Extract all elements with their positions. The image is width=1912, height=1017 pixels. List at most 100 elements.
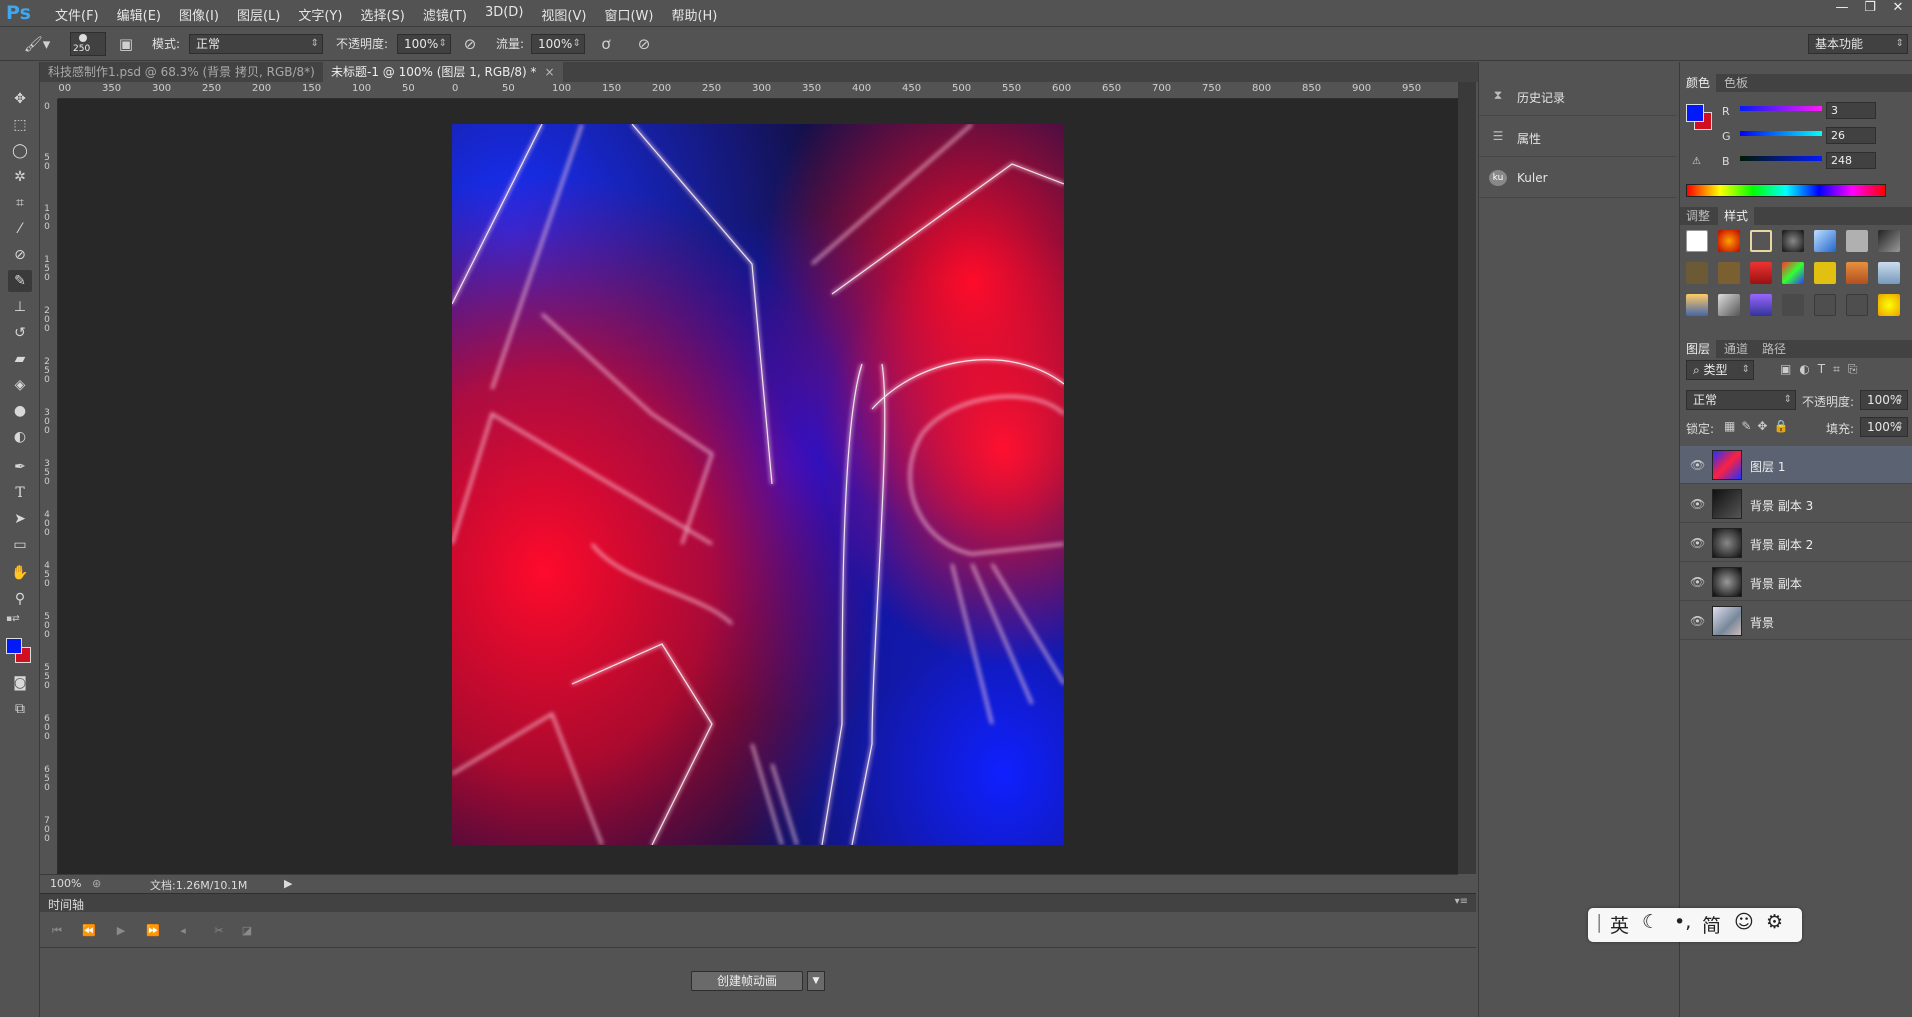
gamut-warning-icon[interactable]: ⚠ — [1692, 156, 1701, 167]
style-swatch[interactable] — [1718, 294, 1740, 316]
rectangle-tool-icon[interactable]: ▭ — [8, 534, 32, 556]
create-dropdown-arrow-icon[interactable]: ▼ — [807, 971, 825, 991]
style-swatch[interactable] — [1782, 230, 1804, 252]
menu-window[interactable]: 窗口(W) — [595, 5, 662, 24]
ime-language[interactable]: 英 — [1610, 911, 1629, 938]
layer-row[interactable]: 👁 背景 副本 — [1680, 563, 1912, 601]
style-swatch[interactable] — [1686, 294, 1708, 316]
paint-bucket-tool-icon[interactable]: ◈ — [8, 374, 32, 396]
play-icon[interactable]: ▶ — [110, 922, 132, 940]
r-value[interactable]: 3 — [1826, 102, 1876, 119]
visibility-eye-icon[interactable]: 👁 — [1690, 614, 1705, 628]
style-swatch[interactable] — [1846, 262, 1868, 284]
g-slider[interactable] — [1740, 131, 1822, 136]
menu-filter[interactable]: 滤镜(T) — [414, 5, 476, 24]
screen-mode-icon[interactable]: ⧉ — [8, 698, 32, 720]
ime-moon-icon[interactable]: ☾ — [1642, 911, 1659, 933]
zoom-level[interactable]: 100% — [50, 877, 81, 890]
style-swatch[interactable] — [1814, 294, 1836, 316]
style-swatch[interactable] — [1814, 230, 1836, 252]
history-brush-tool-icon[interactable]: ↺ — [8, 322, 32, 344]
pressure-opacity-icon[interactable]: ⊘ — [458, 33, 482, 55]
style-swatch[interactable] — [1750, 230, 1772, 252]
g-value[interactable]: 26 — [1826, 127, 1876, 144]
tab-layers[interactable]: 图层 — [1680, 340, 1717, 358]
style-swatch[interactable] — [1686, 262, 1708, 284]
move-tool-icon[interactable]: ✥ — [8, 88, 32, 110]
layer-filter-select[interactable]: ⌕ 类型 — [1686, 360, 1754, 380]
split-scissors-icon[interactable]: ✂ — [208, 922, 230, 940]
color-spectrum[interactable] — [1686, 184, 1886, 197]
magic-wand-tool-icon[interactable]: ✲ — [8, 166, 32, 188]
style-swatch[interactable] — [1718, 262, 1740, 284]
airbrush-icon[interactable]: ơ — [594, 33, 618, 55]
brush-panel-toggle-icon[interactable]: ▣ — [114, 33, 138, 55]
visibility-eye-icon[interactable]: 👁 — [1690, 458, 1705, 472]
layer-filter-icons[interactable]: ▣◐T⌗⎘ — [1780, 362, 1866, 377]
tab-close-icon[interactable]: × — [545, 65, 555, 79]
timeline-menu-icon[interactable]: ▾≡ — [1455, 896, 1468, 907]
tab-color[interactable]: 颜色 — [1680, 74, 1717, 92]
next-frame-icon[interactable]: ⏩ — [142, 922, 164, 940]
first-frame-icon[interactable]: ⏮ — [46, 922, 68, 940]
marquee-tool-icon[interactable]: ⬚ — [8, 114, 32, 136]
style-swatch[interactable] — [1750, 262, 1772, 284]
ime-emoji-icon[interactable]: ☺ — [1734, 911, 1754, 933]
path-selection-tool-icon[interactable]: ➤ — [8, 508, 32, 530]
pen-tool-icon[interactable]: ✒ — [8, 456, 32, 478]
tab-document-2[interactable]: 未标题-1 @ 100% (图层 1, RGB/8) * × — [323, 62, 563, 82]
tab-paths[interactable]: 路径 — [1756, 340, 1792, 358]
fill-input[interactable]: 100% — [1860, 417, 1908, 437]
layer-row[interactable]: 👁 背景 副本 3 — [1680, 485, 1912, 523]
layer-row[interactable]: 👁 背景 副本 2 — [1680, 524, 1912, 562]
kuler-panel-button[interactable]: ku Kuler — [1479, 158, 1677, 198]
layer-row[interactable]: 👁 图层 1 — [1680, 446, 1912, 484]
layer-opacity-input[interactable]: 100% — [1860, 390, 1908, 410]
menu-type[interactable]: 文字(Y) — [289, 5, 351, 24]
style-swatch[interactable] — [1846, 230, 1868, 252]
tab-styles[interactable]: 样式 — [1718, 207, 1755, 225]
minimize-button[interactable]: — — [1828, 0, 1856, 18]
healing-brush-tool-icon[interactable]: ⊘ — [8, 244, 32, 266]
workspace-select[interactable]: 基本功能 — [1808, 34, 1908, 54]
zoom-tool-icon[interactable]: ⚲ — [8, 588, 32, 610]
menu-file[interactable]: 文件(F) — [46, 5, 108, 24]
vertical-scrollbar[interactable] — [1458, 82, 1476, 874]
style-swatch[interactable] — [1878, 230, 1900, 252]
type-tool-icon[interactable]: T — [8, 482, 32, 504]
visibility-eye-icon[interactable]: 👁 — [1690, 497, 1705, 511]
prev-frame-icon[interactable]: ⏪ — [78, 922, 100, 940]
ime-grip-icon[interactable]: | — [1596, 911, 1602, 933]
create-frame-animation-button[interactable]: 创建帧动画 — [691, 971, 803, 991]
default-colors-icon[interactable]: ▪⇄ — [6, 614, 20, 624]
dodge-tool-icon[interactable]: ◐ — [8, 426, 32, 448]
style-swatch[interactable] — [1782, 294, 1804, 316]
menu-select[interactable]: 选择(S) — [351, 5, 413, 24]
visibility-eye-icon[interactable]: 👁 — [1690, 575, 1705, 589]
brush-preset-picker[interactable]: 🖌▾ — [18, 33, 56, 55]
eraser-tool-icon[interactable]: ▰ — [8, 348, 32, 370]
history-panel-button[interactable]: ⧗ 历史记录 — [1479, 76, 1677, 116]
menu-3d[interactable]: 3D(D) — [476, 5, 532, 24]
canvas-area[interactable] — [58, 99, 1458, 874]
ime-mode[interactable]: 简 — [1702, 911, 1721, 938]
tab-channels[interactable]: 通道 — [1718, 340, 1754, 358]
tab-document-1[interactable]: 科技感制作1.psd @ 68.3% (背景 拷贝, RGB/8*)× — [40, 62, 341, 82]
style-swatch[interactable] — [1878, 294, 1900, 316]
pressure-size-icon[interactable]: ⊘ — [632, 33, 656, 55]
visibility-eye-icon[interactable]: 👁 — [1690, 536, 1705, 550]
close-window-button[interactable]: ✕ — [1884, 0, 1912, 18]
style-none-swatch[interactable] — [1686, 230, 1708, 252]
status-info-icon[interactable]: ⊛ — [92, 877, 101, 890]
transition-icon[interactable]: ◪ — [236, 922, 258, 940]
ime-punctuation-icon[interactable]: •, — [1674, 911, 1691, 933]
properties-panel-button[interactable]: ☰ 属性 — [1479, 117, 1677, 157]
mode-select[interactable]: 正常 — [189, 34, 323, 54]
opacity-input[interactable]: 100% — [397, 34, 451, 54]
brush-tool-icon[interactable]: ✎ — [8, 270, 32, 292]
eyedropper-tool-icon[interactable]: ⁄ — [8, 218, 32, 240]
foreground-color-swatch[interactable] — [6, 638, 22, 654]
clone-stamp-tool-icon[interactable]: ⊥ — [8, 296, 32, 318]
menu-help[interactable]: 帮助(H) — [662, 5, 726, 24]
crop-tool-icon[interactable]: ⌗ — [8, 192, 32, 214]
